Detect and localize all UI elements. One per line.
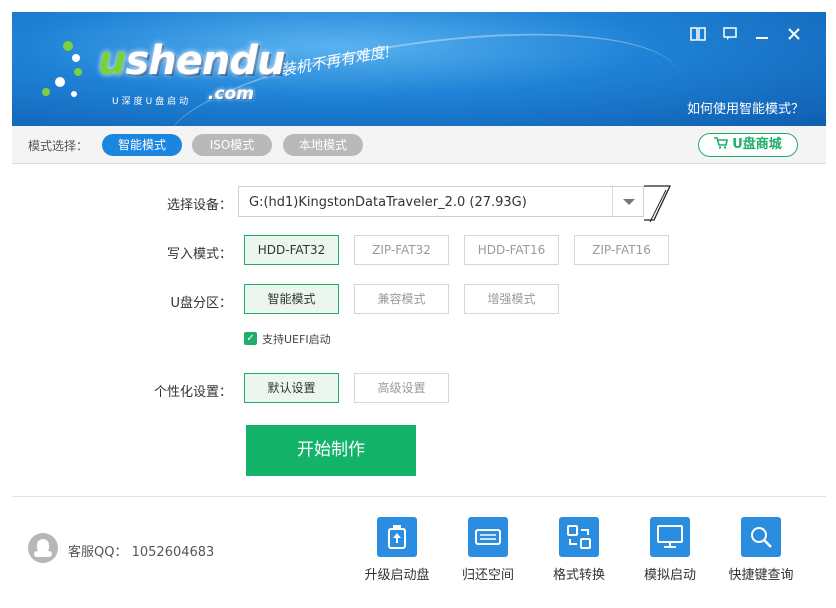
shop-label: U盘商城 [732, 137, 782, 152]
mode-label: 模式选择： [28, 139, 89, 153]
uefi-label: 支持UEFI启动 [262, 333, 331, 346]
partition-enhanced[interactable]: 增强模式 [464, 284, 559, 314]
device-value: G:(hd1)KingstonDataTraveler_2.0 (27.93G) [249, 195, 527, 210]
footer-divider [12, 496, 826, 497]
logo-figure-icon [42, 41, 82, 97]
chat-icon[interactable] [720, 24, 740, 44]
qq-label: 客服QQ： [68, 545, 128, 560]
header-banner: ushendu U深度U盘启动 .com 装机不再有难度! 如何使用智能模式？ [12, 12, 826, 126]
custom-settings-label: 个性化设置： [153, 385, 232, 400]
default-settings-button[interactable]: 默认设置 [244, 373, 339, 403]
logo-domain: .com [208, 84, 254, 104]
partition-label: U盘分区： [170, 296, 232, 311]
hotkey-query-button[interactable]: 快捷键查询 [721, 517, 801, 585]
logo-subtitle: U深度U盘启动 [112, 97, 192, 107]
device-select[interactable]: G:(hd1)KingstonDataTraveler_2.0 (27.93G) [238, 186, 644, 217]
search-icon [741, 517, 781, 557]
restore-space-label: 归还空间 [461, 568, 514, 583]
partition-smart[interactable]: 智能模式 [244, 284, 339, 314]
convert-icon [559, 517, 599, 557]
upgrade-label: 升级启动盘 [364, 568, 430, 583]
upgrade-boot-disk-button[interactable]: 升级启动盘 [357, 517, 437, 585]
minimize-icon[interactable] [752, 24, 772, 44]
restore-space-button[interactable]: 归还空间 [448, 517, 528, 585]
simulate-boot-button[interactable]: 模拟启动 [630, 517, 710, 585]
qq-contact: 客服QQ： 1052604683 [68, 541, 214, 560]
shop-button[interactable]: U盘商城 [698, 133, 798, 157]
close-icon[interactable] [784, 24, 804, 44]
upgrade-icon [377, 517, 417, 557]
write-mode-zip-fat32[interactable]: ZIP-FAT32 [354, 235, 449, 265]
dropdown-button[interactable] [612, 187, 643, 216]
logo: ushendu U深度U盘启动 .com [30, 26, 285, 116]
qq-number: 1052604683 [131, 545, 215, 560]
format-convert-button[interactable]: 格式转换 [539, 517, 619, 585]
tab-local-mode[interactable]: 本地模式 [283, 134, 363, 156]
help-link[interactable]: 如何使用智能模式？ [687, 98, 804, 117]
tab-iso-mode[interactable]: ISO模式 [192, 134, 272, 156]
write-mode-hdd-fat16[interactable]: HDD-FAT16 [464, 235, 559, 265]
app-window: ushendu U深度U盘启动 .com 装机不再有难度! 如何使用智能模式？ … [0, 0, 836, 608]
monitor-icon [650, 517, 690, 557]
book-icon[interactable] [688, 24, 708, 44]
simulate-boot-label: 模拟启动 [643, 568, 696, 583]
partition-compatible[interactable]: 兼容模式 [354, 284, 449, 314]
mode-bar: 模式选择： 智能模式 ISO模式 本地模式 U盘商城 [12, 126, 826, 164]
write-mode-hdd-fat32[interactable]: HDD-FAT32 [244, 235, 339, 265]
tab-smart-mode[interactable]: 智能模式 [102, 134, 182, 156]
advanced-settings-button[interactable]: 高级设置 [354, 373, 449, 403]
cart-icon [714, 137, 729, 149]
format-convert-label: 格式转换 [552, 568, 605, 583]
write-mode-label: 写入模式： [166, 247, 232, 262]
hotkey-query-label: 快捷键查询 [728, 568, 794, 583]
logo-wordmark: ushendu [98, 38, 285, 84]
device-label: 选择设备： [166, 198, 232, 213]
uefi-checkbox[interactable]: ✓ [244, 332, 257, 345]
disk-icon [468, 517, 508, 557]
qq-icon [28, 533, 58, 563]
write-mode-zip-fat16[interactable]: ZIP-FAT16 [574, 235, 669, 265]
scribble-annotation [644, 185, 672, 223]
chevron-down-icon [623, 199, 635, 205]
start-button[interactable]: 开始制作 [246, 425, 416, 476]
